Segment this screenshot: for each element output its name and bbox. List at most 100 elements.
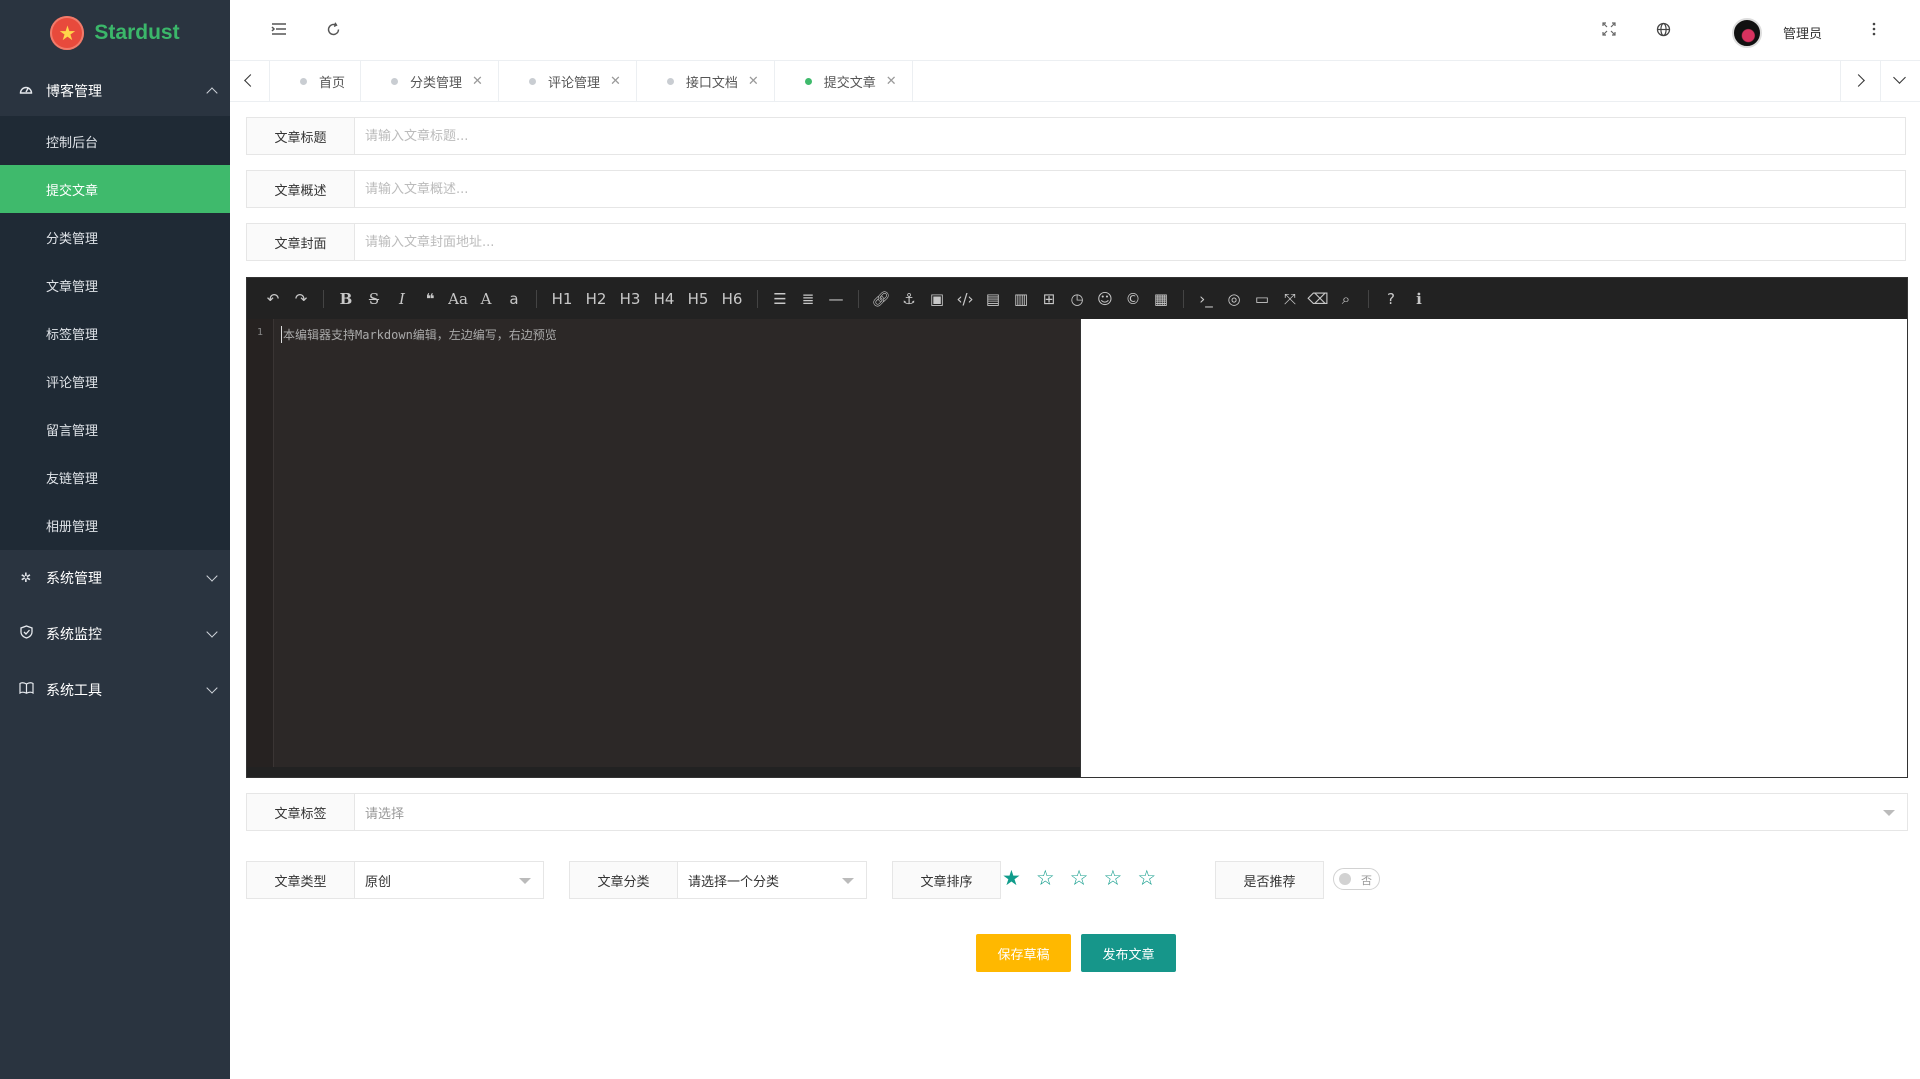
help-icon[interactable]: ? xyxy=(1377,290,1405,308)
title-row: 文章标题 xyxy=(246,117,1906,155)
toolbar-divider xyxy=(1368,289,1369,308)
sidebar-item-submit-article[interactable]: 提交文章 xyxy=(0,165,230,213)
category-select[interactable]: 请选择一个分类 xyxy=(678,862,866,898)
brand-logo[interactable]: ★ Stardust xyxy=(0,0,230,66)
h6-button[interactable]: H6 xyxy=(715,290,749,308)
capital-a-icon[interactable]: A xyxy=(472,290,500,308)
sidebar-item-messages[interactable]: 留言管理 xyxy=(0,405,230,453)
italic-icon[interactable]: I xyxy=(388,290,416,308)
star-icon-3[interactable]: ☆ xyxy=(1070,868,1089,889)
star-icon-5[interactable]: ☆ xyxy=(1137,868,1156,889)
lowercase-icon[interactable]: a xyxy=(500,290,528,308)
cover-row: 文章封面 xyxy=(246,223,1906,261)
refresh-icon[interactable] xyxy=(322,18,344,40)
tab-comments[interactable]: 评论管理 ✕ xyxy=(499,61,637,102)
tab-submit-article[interactable]: 提交文章 ✕ xyxy=(775,61,913,102)
fullscreen-icon[interactable]: ⤧ xyxy=(1276,290,1304,308)
close-icon[interactable]: ✕ xyxy=(886,74,897,89)
tab-api-docs[interactable]: 接口文档 ✕ xyxy=(637,61,775,102)
cover-input[interactable] xyxy=(355,224,1905,260)
search-icon[interactable]: ⌕ xyxy=(1332,290,1360,308)
save-draft-button[interactable]: 保存草稿 xyxy=(976,934,1071,972)
tags-row: 文章标签 请选择 xyxy=(246,793,1908,831)
caret-down-icon xyxy=(1883,810,1895,816)
type-value: 原创 xyxy=(365,874,392,890)
tab-scroll-left-button[interactable] xyxy=(230,61,270,102)
editor-content[interactable]: 本编辑器支持Markdown编辑，左边编写，右边预览 xyxy=(281,326,557,343)
h4-button[interactable]: H4 xyxy=(647,290,681,308)
sort-label: 文章排序 xyxy=(893,862,1000,898)
info-icon[interactable]: ℹ xyxy=(1405,290,1433,308)
close-icon[interactable]: ✕ xyxy=(610,74,621,89)
fullscreen-icon[interactable] xyxy=(1598,18,1620,40)
title-input[interactable] xyxy=(355,118,1905,154)
menu-group-system[interactable]: ✲ 系统管理 xyxy=(0,550,230,606)
type-select[interactable]: 原创 xyxy=(355,862,543,898)
star-icon-2[interactable]: ☆ xyxy=(1036,868,1055,889)
html-entities-icon[interactable]: © xyxy=(1119,290,1147,308)
bold-icon[interactable]: B xyxy=(332,290,360,308)
anchor-icon[interactable]: ⚓︎ xyxy=(895,290,923,308)
uppercase-icon[interactable]: Aa xyxy=(444,290,472,308)
emoji-icon[interactable]: ☺ xyxy=(1091,290,1119,308)
close-icon[interactable]: ✕ xyxy=(748,74,759,89)
code-icon[interactable]: ‹/› xyxy=(951,290,979,308)
image-icon[interactable]: ▣ xyxy=(923,290,951,308)
strikethrough-icon[interactable]: S xyxy=(360,290,388,308)
clear-icon[interactable]: ⌫ xyxy=(1304,290,1332,308)
sidebar-item-dashboard[interactable]: 控制后台 xyxy=(0,117,230,165)
ordered-list-icon[interactable]: ≣ xyxy=(794,290,822,308)
close-icon[interactable]: ✕ xyxy=(472,74,483,89)
unordered-list-icon[interactable]: ☰ xyxy=(766,290,794,308)
sidebar-item-articles[interactable]: 文章管理 xyxy=(0,261,230,309)
tab-scroll-right-button[interactable] xyxy=(1840,61,1880,102)
recommend-switch[interactable]: 否 xyxy=(1333,868,1380,890)
quote-icon[interactable]: ❝ xyxy=(416,290,444,308)
editor-input-pane[interactable]: 1 本编辑器支持Markdown编辑，左边编写，右边预览 xyxy=(247,319,1080,777)
preformatted-icon[interactable]: ▤ xyxy=(979,290,1007,308)
publish-button[interactable]: 发布文章 xyxy=(1081,934,1176,972)
tabs-spacer xyxy=(913,61,1840,101)
user-name[interactable]: 管理员 xyxy=(1783,23,1822,42)
watch-toggle-icon[interactable]: ◎ xyxy=(1220,290,1248,308)
h2-button[interactable]: H2 xyxy=(579,290,613,308)
star-icon-4[interactable]: ☆ xyxy=(1103,868,1122,889)
horizontal-rule-icon[interactable]: — xyxy=(822,290,850,308)
redo-icon[interactable]: ↷ xyxy=(287,290,315,308)
menu-group-tools[interactable]: 系统工具 xyxy=(0,662,230,718)
avatar[interactable] xyxy=(1732,18,1762,48)
menu-toggle-icon[interactable] xyxy=(268,18,290,40)
preview-icon[interactable]: ▭ xyxy=(1248,290,1276,308)
editor-scrollbar[interactable] xyxy=(247,767,1080,777)
tab-categories[interactable]: 分类管理 ✕ xyxy=(361,61,499,102)
sidebar-item-comments[interactable]: 评论管理 xyxy=(0,357,230,405)
menu-group-label: 博客管理 xyxy=(46,84,102,100)
tab-label: 分类管理 xyxy=(410,76,463,91)
menu-group-blog[interactable]: 博客管理 xyxy=(0,66,230,116)
datetime-icon[interactable]: ◷ xyxy=(1063,290,1091,308)
dashboard-icon xyxy=(18,82,34,100)
star-icon-1[interactable]: ★ xyxy=(1002,868,1021,889)
summary-input[interactable] xyxy=(355,171,1905,207)
h3-button[interactable]: H3 xyxy=(613,290,647,308)
sidebar-item-links[interactable]: 友链管理 xyxy=(0,453,230,501)
code-block-icon[interactable]: ▥ xyxy=(1007,290,1035,308)
tab-menu-button[interactable] xyxy=(1880,61,1920,102)
undo-icon[interactable]: ↶ xyxy=(259,290,287,308)
more-icon[interactable] xyxy=(1863,18,1885,40)
h5-button[interactable]: H5 xyxy=(681,290,715,308)
sidebar-item-albums[interactable]: 相册管理 xyxy=(0,501,230,549)
sidebar-item-categories[interactable]: 分类管理 xyxy=(0,213,230,261)
tab-home[interactable]: 首页 xyxy=(270,61,362,102)
sidebar-item-tags[interactable]: 标签管理 xyxy=(0,309,230,357)
line-number: 1 xyxy=(257,327,264,338)
globe-icon[interactable] xyxy=(1652,18,1674,40)
link-icon[interactable]: 🔗︎ xyxy=(867,290,895,308)
h1-button[interactable]: H1 xyxy=(545,290,579,308)
goto-line-icon[interactable]: ›_ xyxy=(1192,290,1220,308)
tags-select[interactable]: 请选择 xyxy=(355,794,1907,830)
table-icon[interactable]: ⊞ xyxy=(1035,290,1063,308)
pagebreak-icon[interactable]: ▦ xyxy=(1147,290,1175,308)
menu-group-monitor[interactable]: 系统监控 xyxy=(0,606,230,662)
toolbar-divider xyxy=(323,289,324,308)
